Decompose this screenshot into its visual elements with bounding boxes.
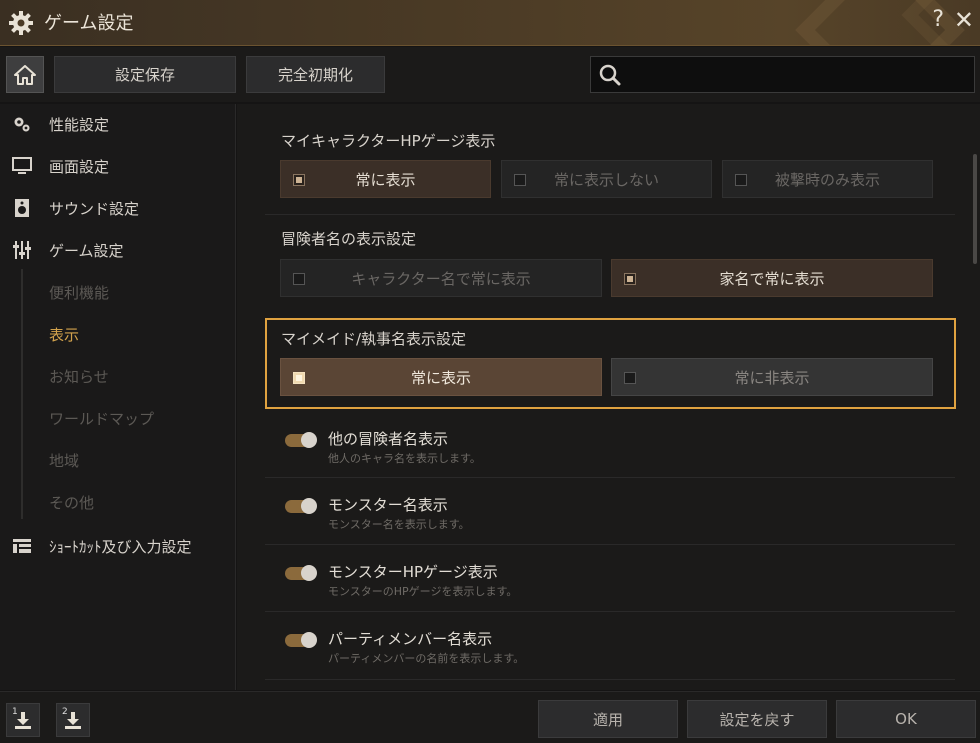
toggle-row: モンスター名表示 モンスター名を表示します。 — [281, 494, 931, 546]
home-icon — [14, 64, 36, 85]
option-never-show[interactable]: 常に表示しない — [501, 160, 712, 198]
sidebar-subitem-region[interactable]: 地域 — [0, 440, 236, 480]
toggle-row: 他の冒険者名表示 他人のキャラ名を表示します。 — [281, 428, 931, 480]
sidebar-item-sound[interactable]: サウンド設定 — [0, 188, 236, 228]
sidebar-item-label: ゲーム設定 — [49, 241, 124, 260]
toggle-switch[interactable] — [285, 565, 317, 581]
toggle-description: パーティメンバーの名前を表示します。 — [328, 652, 525, 665]
toggle-description: モンスターのHPゲージを表示します。 — [328, 585, 518, 598]
sidebar-item-label: サウンド設定 — [49, 199, 140, 218]
toggle-title: パーティメンバー名表示 — [328, 630, 493, 648]
section-title: マイメイド/執事名表示設定 — [281, 330, 467, 348]
checkbox-icon — [293, 372, 305, 384]
sidebar-item-label: お知らせ — [49, 367, 109, 386]
toggle-switch[interactable] — [285, 498, 317, 514]
toggle-row: モンスターHPゲージ表示 モンスターのHPゲージを表示します。 — [281, 561, 931, 613]
checkbox-icon — [293, 273, 305, 285]
save-settings-button[interactable]: 設定保存 — [54, 56, 236, 93]
close-button[interactable]: ✕ — [954, 6, 974, 34]
checkbox-icon — [293, 174, 305, 186]
option-label: 家名で常に表示 — [719, 269, 825, 288]
full-reset-button[interactable]: 完全初期化 — [246, 56, 385, 93]
option-always-show[interactable]: 常に表示 — [280, 160, 491, 198]
sidebar-item-performance[interactable]: 性能設定 — [0, 104, 236, 144]
sidebar-item-label: ｼｮｰﾄｶｯﾄ及び入力設定 — [49, 537, 192, 556]
search-icon — [599, 64, 621, 86]
sidebar-item-label: 画面設定 — [49, 157, 110, 176]
home-button[interactable] — [6, 56, 44, 93]
sidebar-item-label: 便利機能 — [49, 283, 110, 302]
option-label: 常に非表示 — [734, 368, 810, 387]
divider — [265, 214, 955, 215]
sidebar-item-label: 表示 — [49, 325, 80, 344]
bottom-bar: 1 2 適用 設定を戻す OK — [0, 691, 980, 743]
toggle-title: モンスターHPゲージ表示 — [328, 563, 498, 581]
toggle-switch[interactable] — [285, 432, 317, 448]
sidebar-subitem-notice[interactable]: お知らせ — [0, 356, 236, 396]
sidebar-item-label: 地域 — [49, 451, 80, 470]
sidebar-subitem-worldmap[interactable]: ワールドマップ — [0, 398, 236, 438]
preset-number: 2 — [62, 707, 68, 717]
toolbar: 設定保存 完全初期化 — [0, 47, 980, 102]
sidebar: 性能設定 画面設定 サウンド設定 ゲーム設定 便利機能 表示 お知らせ ワールド… — [0, 104, 236, 690]
option-maid-always-hide[interactable]: 常に非表示 — [611, 358, 933, 396]
speaker-icon — [12, 198, 32, 218]
download-preset-1-button[interactable]: 1 — [6, 703, 40, 737]
option-label: 常に表示 — [410, 368, 471, 387]
sidebar-item-label: 性能設定 — [49, 115, 110, 134]
highlighted-section: マイメイド/執事名表示設定 常に表示 常に非表示 — [265, 318, 956, 409]
search-input[interactable] — [590, 56, 975, 93]
option-label: 常に表示しない — [553, 170, 659, 189]
scrollbar[interactable] — [973, 154, 977, 264]
option-on-hit-only[interactable]: 被撃時のみ表示 — [722, 160, 933, 198]
divider — [265, 477, 955, 478]
toggle-description: 他人のキャラ名を表示します。 — [328, 452, 481, 465]
monitor-icon — [12, 156, 32, 176]
gear-icon — [9, 11, 33, 35]
revert-button[interactable]: 設定を戻す — [687, 700, 827, 738]
keyboard-layout-icon — [12, 536, 32, 556]
sidebar-item-shortcut[interactable]: ｼｮｰﾄｶｯﾄ及び入力設定 — [0, 526, 236, 566]
sidebar-subitem-view[interactable]: 表示 — [0, 314, 236, 354]
checkbox-icon — [624, 273, 636, 285]
apply-button[interactable]: 適用 — [538, 700, 678, 738]
option-label: 常に表示 — [355, 170, 416, 189]
sidebar-subitem-convenience[interactable]: 便利機能 — [0, 272, 236, 312]
section-title: 冒険者名の表示設定 — [281, 230, 417, 248]
sidebar-item-game[interactable]: ゲーム設定 — [0, 230, 236, 270]
toggle-description: モンスター名を表示します。 — [328, 518, 470, 531]
toggle-title: 他の冒険者名表示 — [328, 430, 449, 448]
section-title: マイキャラクターHPゲージ表示 — [281, 132, 496, 150]
sidebar-item-label: ワールドマップ — [49, 409, 155, 428]
option-family-name[interactable]: 家名で常に表示 — [611, 259, 933, 297]
settings-content: マイキャラクターHPゲージ表示 常に表示 常に表示しない 被撃時のみ表示 冒険者… — [237, 104, 980, 690]
preset-number: 1 — [12, 707, 18, 717]
help-button[interactable]: ? — [932, 7, 944, 32]
window-title: ゲーム設定 — [44, 13, 134, 34]
checkbox-icon — [735, 174, 747, 186]
divider — [265, 544, 955, 545]
sidebar-item-label: その他 — [49, 493, 95, 512]
toggle-switch[interactable] — [285, 632, 317, 648]
checkbox-icon — [624, 372, 636, 384]
option-character-name[interactable]: キャラクター名で常に表示 — [280, 259, 602, 297]
title-bar: ゲーム設定 ? ✕ — [0, 0, 980, 46]
sidebar-item-display[interactable]: 画面設定 — [0, 146, 236, 186]
option-label: キャラクター名で常に表示 — [351, 269, 531, 288]
checkbox-icon — [514, 174, 526, 186]
download-preset-2-button[interactable]: 2 — [56, 703, 90, 737]
option-label: 被撃時のみ表示 — [774, 170, 880, 189]
gears-icon — [12, 114, 32, 134]
divider — [265, 611, 955, 612]
option-maid-always-show[interactable]: 常に表示 — [280, 358, 602, 396]
sliders-icon — [12, 240, 32, 260]
divider — [265, 679, 955, 680]
sidebar-subitem-other[interactable]: その他 — [0, 482, 236, 522]
ok-button[interactable]: OK — [836, 700, 976, 738]
toggle-row: パーティメンバー名表示 パーティメンバーの名前を表示します。 — [281, 628, 931, 680]
toggle-title: モンスター名表示 — [328, 496, 448, 514]
